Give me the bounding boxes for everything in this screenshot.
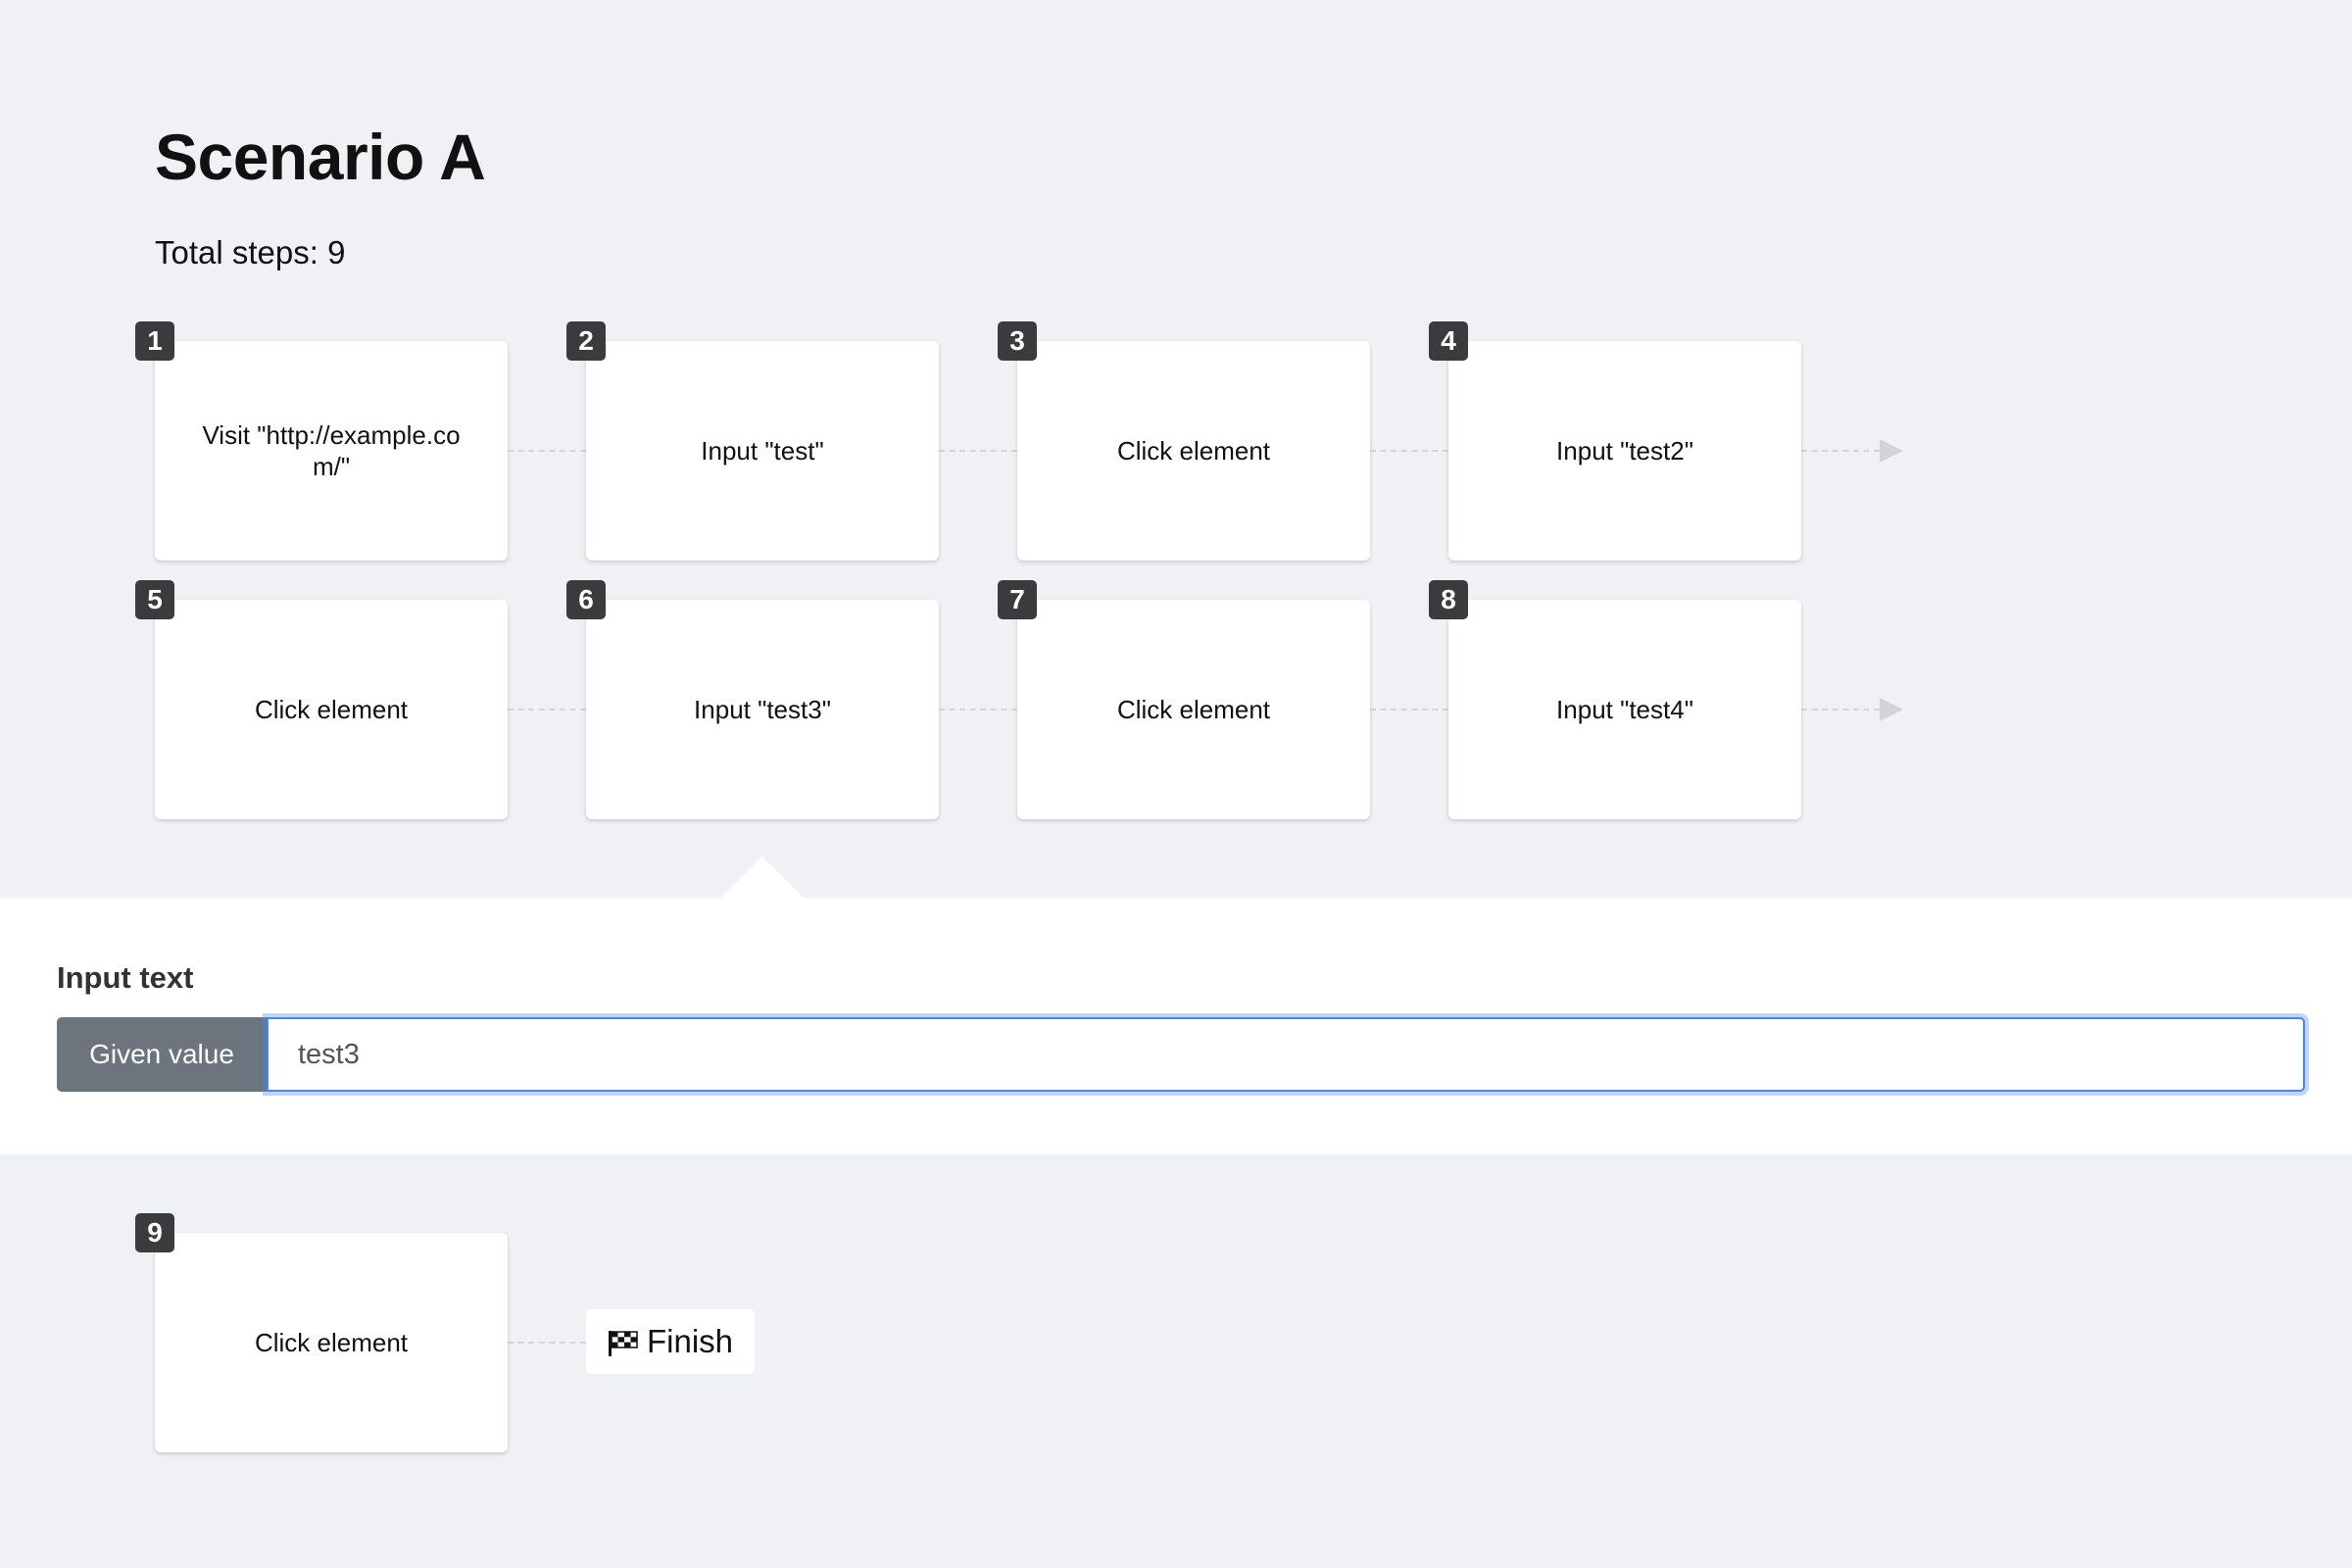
row-continue-arrow-icon [1880,698,1903,721]
finish-label: Finish [646,1323,734,1359]
step-connector [1370,450,1448,452]
step-card-selected[interactable]: 6 Input "test3" [566,580,939,819]
given-value-addon: Given value [57,1017,267,1092]
step-number-badge: 8 [1429,580,1468,619]
given-value-input-group: Given value [57,1017,2305,1092]
step-number-badge: 5 [135,580,174,619]
step-connector [1801,450,1880,452]
step-connector [939,450,1017,452]
page-title: Scenario A [155,121,486,193]
step-label: Click element [254,695,409,724]
step-label: Click element [1116,436,1271,466]
step-number-badge: 9 [135,1213,174,1252]
step-card[interactable]: 7 Click element [998,580,1370,819]
step-label: Input "test3" [694,695,831,724]
step-label: Visit "http://example.com/" [202,420,461,481]
step-number-badge: 4 [1429,321,1468,361]
checkered-flag-icon [608,1328,639,1356]
step-number-badge: 1 [135,321,174,361]
given-value-input[interactable] [267,1017,2305,1092]
step-connector [508,450,586,452]
step-card[interactable]: 4 Input "test2" [1429,321,1801,561]
step-number-badge: 7 [998,580,1037,619]
step-number-badge: 6 [566,580,606,619]
step-connector [1370,709,1448,710]
step-label: Input "test2" [1556,436,1693,466]
total-steps-count: Total steps: 9 [155,234,346,270]
step-connector [939,709,1017,710]
row-continue-arrow-icon [1880,439,1903,463]
step-card[interactable]: 2 Input "test" [566,321,939,561]
step-card[interactable]: 1 Visit "http://example.com/" [135,321,508,561]
step-label: Input "test4" [1556,695,1693,724]
step-number-badge: 3 [998,321,1037,361]
finish-node[interactable]: Finish [586,1309,755,1374]
step-label: Click element [254,1328,409,1357]
step-number-badge: 2 [566,321,606,361]
step-card[interactable]: 3 Click element [998,321,1370,561]
step-card[interactable]: 8 Input "test4" [1429,580,1801,819]
step-connector [1801,709,1880,710]
step-label: Click element [1116,695,1271,724]
step-card[interactable]: 5 Click element [135,580,508,819]
step-card[interactable]: 9 Click element [135,1213,508,1452]
step-label: Input "test" [701,436,824,466]
panel-label: Input text [57,960,194,995]
panel-pointer-caret [721,857,804,898]
step-connector [508,709,586,710]
step-connector [508,1342,586,1344]
